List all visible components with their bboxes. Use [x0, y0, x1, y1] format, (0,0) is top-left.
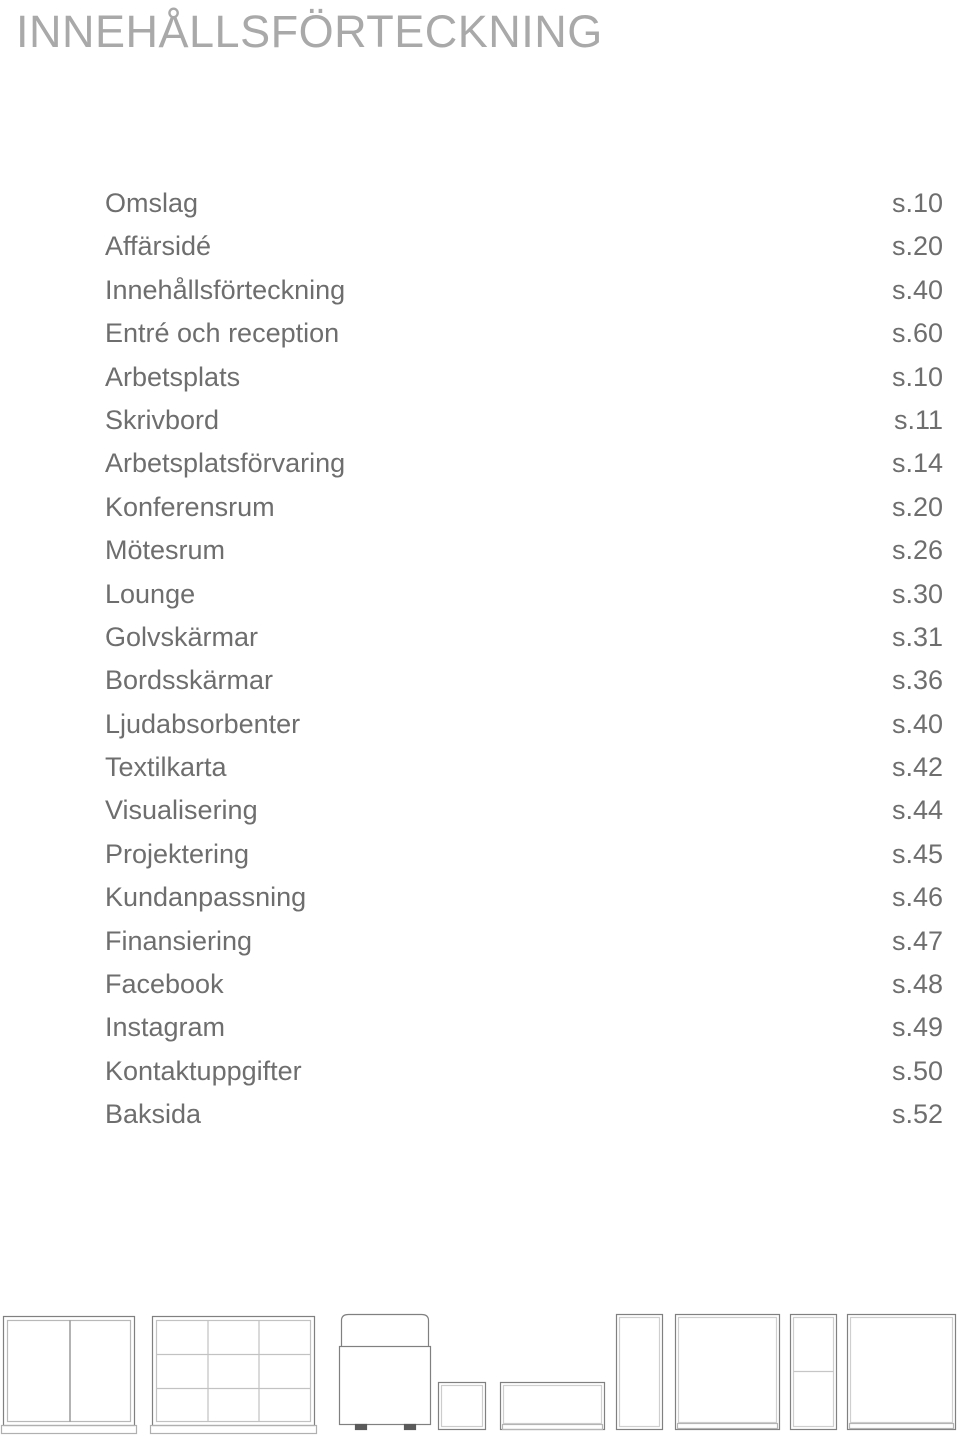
toc-entry-page: s.30	[891, 578, 943, 609]
toc-entry[interactable]: Arbetsplatsförvaring s.14	[105, 442, 943, 485]
toc-entry[interactable]: Konferensrum s.20	[105, 486, 943, 529]
toc-entry-page: s.52	[891, 1099, 943, 1130]
furniture-illustration-strip	[0, 1300, 960, 1436]
page-title: INNEHÅLLSFÖRTECKNING	[16, 6, 603, 57]
toc-entry-label: Projektering	[105, 838, 250, 869]
toc-entry-page: s.31	[891, 621, 943, 652]
toc-entry-page: s.42	[891, 752, 943, 783]
toc-entry-label: Golvskärmar	[105, 621, 259, 652]
toc-entry[interactable]: Innehållsförteckning s.40	[105, 269, 943, 312]
toc-entry[interactable]: Arbetsplats s.10	[105, 356, 943, 399]
toc-entry-page: s.10	[891, 361, 943, 392]
toc-entry[interactable]: Instagram s.49	[105, 1006, 943, 1049]
furniture-tall-narrow-cabinet	[615, 1313, 664, 1431]
toc-entry-label: Mötesrum	[105, 535, 226, 566]
toc-entry-label: Bordsskärmar	[105, 665, 274, 696]
toc-entry-page: s.49	[891, 1012, 943, 1043]
furniture-low-bench-credenza	[499, 1381, 606, 1431]
toc-entry-page: s.10	[891, 188, 943, 218]
toc-entry-page: s.48	[891, 969, 943, 1000]
toc-entry-page: s.20	[891, 231, 943, 262]
furniture-two-door-cabinet	[0, 1315, 138, 1435]
toc-entry-page: s.40	[891, 274, 943, 305]
toc-entry-page: s.44	[891, 795, 943, 826]
toc-entry-page: s.50	[891, 1055, 943, 1086]
toc-entry-label: Konferensrum	[105, 491, 275, 522]
furniture-square-stool	[437, 1381, 487, 1431]
toc-entry-label: Arbetsplatsförvaring	[105, 448, 346, 479]
toc-entry-label: Finansiering	[105, 925, 253, 956]
toc-entry[interactable]: Golvskärmar s.31	[105, 616, 943, 659]
toc-entry-page: s.14	[891, 448, 943, 479]
toc-entry-label: Ljudabsorbenter	[105, 708, 301, 739]
toc-entry-label: Skrivbord	[105, 404, 220, 435]
toc-entry[interactable]: Finansiering s.47	[105, 920, 943, 963]
furniture-nine-compartment-shelf-unit	[149, 1315, 318, 1435]
toc-entry[interactable]: Facebook s.48	[105, 963, 943, 1006]
toc-entry-page: s.47	[891, 925, 943, 956]
furniture-narrow-shelf-cabinet	[789, 1313, 838, 1431]
toc-entry-label: Affärsidé	[105, 231, 212, 262]
toc-entry-label: Lounge	[105, 578, 196, 609]
toc-entry[interactable]: Visualisering s.44	[105, 789, 943, 832]
toc-entry-page: s.40	[891, 708, 943, 739]
toc-entry-label: Kontaktuppgifter	[105, 1055, 302, 1086]
toc-entry[interactable]: Entré och reception s.60	[105, 312, 943, 355]
toc-entry-label: Kundanpassning	[105, 882, 307, 913]
toc-entry-page: s.45	[891, 838, 943, 869]
toc-entry[interactable]: Bordsskärmar s.36	[105, 659, 943, 702]
toc-entry[interactable]: Lounge s.30	[105, 573, 943, 616]
toc-entry[interactable]: Kontaktuppgifter s.50	[105, 1050, 943, 1093]
toc-entry[interactable]: Baksida s.52	[105, 1093, 943, 1136]
toc-entry[interactable]: Textilkarta s.42	[105, 746, 943, 789]
table-of-contents: Omslag s.10 Affärsidé s.20 Innehållsfört…	[105, 182, 943, 1137]
toc-entry[interactable]: Kundanpassning s.46	[105, 876, 943, 919]
toc-entry[interactable]: Omslag s.10	[105, 182, 943, 225]
toc-entry-label: Facebook	[105, 969, 224, 1000]
furniture-lounge-armchair	[338, 1313, 432, 1431]
toc-entry-page: s.20	[891, 491, 943, 522]
toc-entry[interactable]: Mötesrum s.26	[105, 529, 943, 572]
toc-entry-page: s.46	[891, 882, 943, 913]
toc-entry-label: Instagram	[105, 1012, 226, 1043]
toc-entry[interactable]: Projektering s.45	[105, 833, 943, 876]
toc-entry-label: Visualisering	[105, 795, 258, 826]
toc-entry[interactable]: Skrivbord s.11	[105, 399, 943, 442]
toc-entry[interactable]: Ljudabsorbenter s.40	[105, 703, 943, 746]
toc-entry-label: Entré och reception	[105, 318, 340, 349]
toc-entry-label: Omslag	[105, 188, 199, 218]
toc-entry-page: s.11	[893, 404, 943, 435]
toc-entry[interactable]: Affärsidé s.20	[105, 225, 943, 268]
toc-entry-page: s.26	[891, 535, 943, 566]
toc-entry-page: s.60	[891, 318, 943, 349]
furniture-wide-cabinet-right	[846, 1313, 957, 1431]
toc-entry-label: Baksida	[105, 1099, 202, 1130]
toc-entry-label: Innehållsförteckning	[105, 274, 346, 305]
toc-entry-page: s.36	[891, 665, 943, 696]
furniture-wide-cabinet	[674, 1313, 781, 1431]
toc-entry-label: Arbetsplats	[105, 361, 241, 392]
toc-entry-label: Textilkarta	[105, 752, 227, 783]
